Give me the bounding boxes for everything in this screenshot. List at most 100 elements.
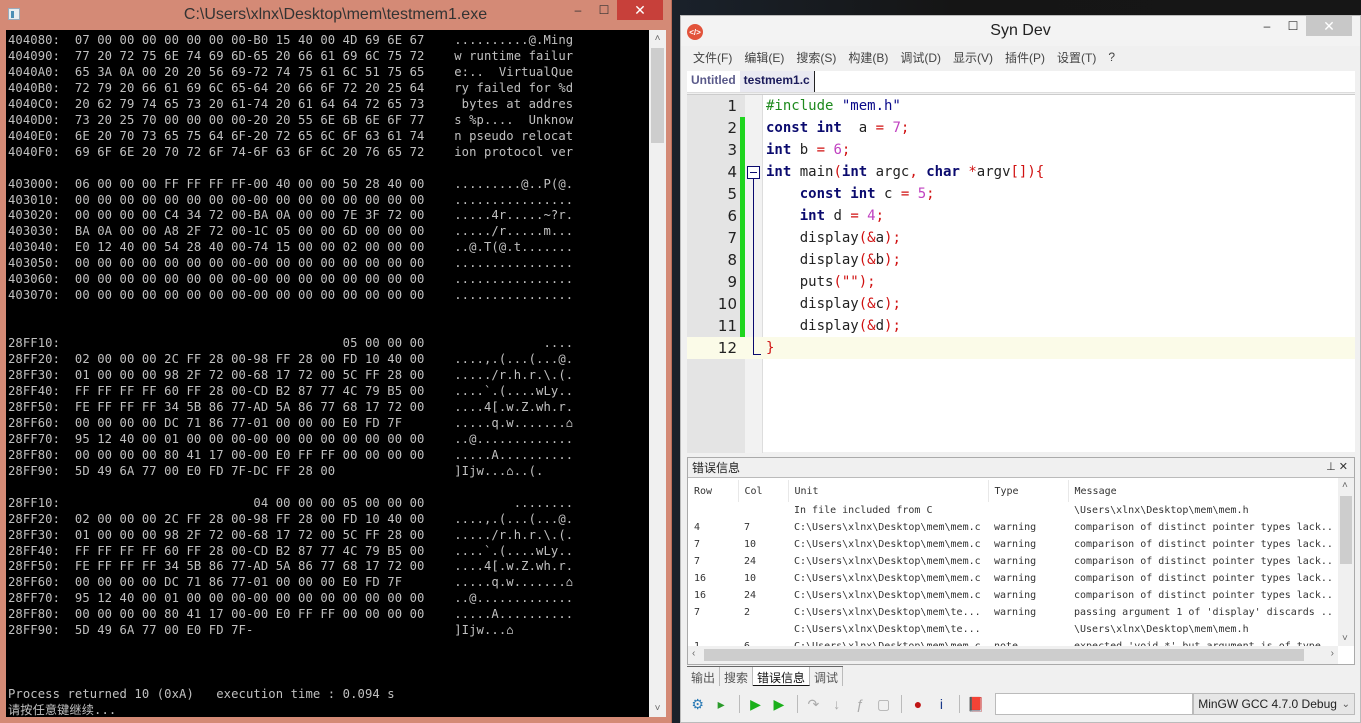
- menu-item[interactable]: 调试(D): [900, 49, 941, 66]
- toolbar-search-input[interactable]: [994, 693, 1194, 715]
- console-titlebar[interactable]: C:\Users\xlnx\Desktop\mem\testmem1.exe –…: [0, 0, 671, 30]
- toolbar-separator: [796, 695, 798, 713]
- table-row[interactable]: In file included from C \Users\xlnx\Deskt…: [688, 502, 1348, 519]
- minimize-button[interactable]: –: [1254, 16, 1280, 36]
- step-over-icon[interactable]: ↷: [803, 693, 824, 715]
- code-text: display(&b);: [766, 252, 901, 268]
- scroll-thumb[interactable]: [1340, 496, 1352, 564]
- code-line[interactable]: 2 const int a = 7;: [687, 117, 1355, 139]
- tab-untitled[interactable]: Untitled: [687, 71, 740, 92]
- pin-icon[interactable]: ⊥: [1326, 461, 1336, 473]
- run-selection-icon[interactable]: ▸: [710, 693, 731, 715]
- code-line[interactable]: 6 int d = 4;: [687, 205, 1355, 227]
- code-editor[interactable]: 1 #include "mem.h" 2 const int a = 7; 3 int b…: [687, 94, 1355, 453]
- tab-testmem1-c[interactable]: testmem1.c: [739, 71, 815, 92]
- step-into-icon[interactable]: ↓: [826, 693, 847, 715]
- menu-item[interactable]: 显示(V): [953, 49, 993, 66]
- column-header-row[interactable]: Row: [688, 480, 739, 502]
- scroll-left-arrow-icon[interactable]: ‹: [692, 648, 695, 659]
- ide-window[interactable]: </> Syn Dev – ☐ ✕ 文件(F) 编辑(E) 搜索(S) 构建(B) 调试…: [680, 15, 1361, 723]
- column-header-type[interactable]: Type: [988, 480, 1069, 502]
- code-line[interactable]: 12}: [687, 337, 1355, 359]
- step-function-icon[interactable]: ƒ: [849, 693, 870, 715]
- table-row[interactable]: 7 24 C:\Users\xlnx\Desktop\mem\mem.c warnin…: [688, 553, 1348, 570]
- table-row[interactable]: 16 24 C:\Users\xlnx\Desktop\mem\mem.c warni…: [688, 587, 1348, 604]
- code-line[interactable]: 8 display(&b);: [687, 249, 1355, 271]
- column-header-message[interactable]: Message: [1068, 480, 1349, 502]
- scroll-thumb[interactable]: [651, 48, 664, 143]
- error-vertical-scrollbar[interactable]: ˄ ˅: [1338, 478, 1354, 646]
- code-line[interactable]: 10 display(&c);: [687, 293, 1355, 315]
- help-book-icon[interactable]: 📕: [965, 693, 986, 715]
- menu-item[interactable]: 设置(T): [1057, 49, 1096, 66]
- cell-unit: C:\Users\xlnx\Desktop\mem\mem.c: [794, 573, 981, 584]
- watch-window-icon[interactable]: ▢: [873, 693, 894, 715]
- code-line[interactable]: 1 #include "mem.h": [687, 95, 1355, 117]
- compiler-select[interactable]: MinGW GCC 4.7.0 Debug ⌄: [1193, 693, 1355, 715]
- scroll-right-arrow-icon[interactable]: ›: [1331, 648, 1334, 659]
- bottom-tab[interactable]: 输出: [687, 667, 721, 686]
- cell-row: 7: [694, 539, 701, 550]
- table-row[interactable]: C:\Users\xlnx\Desktop\mem\te... \Users\xl…: [688, 621, 1348, 638]
- menu-item[interactable]: 搜索(S): [796, 49, 836, 66]
- menu-item[interactable]: 文件(F): [693, 49, 732, 66]
- scroll-up-arrow-icon[interactable]: ˄: [1342, 480, 1348, 491]
- line-number: 7: [727, 229, 737, 247]
- ide-titlebar[interactable]: </> Syn Dev – ☐ ✕: [681, 16, 1360, 46]
- cell-row: [688, 621, 738, 638]
- console-output-area[interactable]: 404080: 07 00 00 00 00 00 00 00-B0 15 40…: [6, 30, 666, 717]
- code-line[interactable]: 3 int b = 6;: [687, 139, 1355, 161]
- scroll-down-arrow-icon[interactable]: ˅: [1342, 633, 1348, 644]
- bottom-panel-tabs: 输出 搜索 错误信息 调试: [687, 666, 844, 686]
- table-row[interactable]: 7 10 C:\Users\xlnx\Desktop\mem\mem.c warnin…: [688, 536, 1348, 553]
- cell-type: warning: [994, 607, 1037, 618]
- code-line[interactable]: 11 display(&d);: [687, 315, 1355, 337]
- code-text: int d = 4;: [799, 208, 885, 224]
- debug-run-icon[interactable]: ▶: [768, 693, 789, 715]
- menu-item[interactable]: 插件(P): [1005, 49, 1045, 66]
- minimize-button[interactable]: –: [565, 0, 591, 20]
- chevron-down-icon[interactable]: ⌄: [1342, 699, 1350, 710]
- panel-close-icon[interactable]: ✕: [1339, 461, 1348, 473]
- scroll-down-arrow-icon[interactable]: ˅: [649, 700, 666, 717]
- code-text: display(&d);: [766, 318, 901, 334]
- cell-type: warning: [994, 539, 1037, 550]
- console-scrollbar[interactable]: ˄ ˅: [649, 30, 666, 717]
- scroll-up-arrow-icon[interactable]: ˄: [649, 30, 666, 47]
- menu-item[interactable]: 构建(B): [848, 49, 888, 66]
- table-row[interactable]: 7 2 C:\Users\xlnx\Desktop\mem\te... warning…: [688, 604, 1348, 621]
- bottom-tab[interactable]: 调试: [810, 667, 844, 686]
- bottom-tab[interactable]: 搜索: [720, 667, 754, 686]
- console-window[interactable]: C:\Users\xlnx\Desktop\mem\testmem1.exe –…: [0, 0, 672, 723]
- maximize-button[interactable]: ☐: [1280, 16, 1306, 36]
- cell-message: \Users\xlnx\Desktop\mem\mem.h: [1074, 624, 1249, 635]
- ide-title: Syn Dev: [990, 22, 1051, 39]
- bottom-tab[interactable]: 错误信息: [753, 667, 811, 686]
- code-line[interactable]: 9 puts("");: [687, 271, 1355, 293]
- code-line[interactable]: 5 const int c = 5;: [687, 183, 1355, 205]
- compile-icon[interactable]: ⚙: [687, 693, 708, 715]
- close-button[interactable]: ✕: [617, 0, 663, 20]
- column-header-unit[interactable]: Unit: [788, 480, 989, 502]
- scroll-thumb[interactable]: [704, 649, 1304, 661]
- code-line[interactable]: 4 int main(int argc, char *argv[]){: [687, 161, 1355, 183]
- menu-item[interactable]: ?: [1108, 50, 1115, 64]
- column-header-col[interactable]: Col: [738, 480, 789, 502]
- info-icon[interactable]: i: [931, 693, 952, 715]
- run-icon[interactable]: ▶: [745, 693, 766, 715]
- fold-collapse-icon[interactable]: [747, 166, 760, 179]
- cell-unit: In file included from C: [794, 505, 933, 516]
- table-row[interactable]: 4 7 C:\Users\xlnx\Desktop\mem\mem.c warning…: [688, 519, 1348, 536]
- menu-item[interactable]: 编辑(E): [744, 49, 784, 66]
- breakpoint-icon[interactable]: ●: [907, 693, 928, 715]
- cell-unit: C:\Users\xlnx\Desktop\mem\te...: [794, 624, 981, 635]
- code-text: int main(int argc, char *argv[]){: [766, 164, 1045, 180]
- fold-line: [753, 179, 754, 355]
- table-row[interactable]: 16 10 C:\Users\xlnx\Desktop\mem\mem.c warni…: [688, 570, 1348, 587]
- code-line[interactable]: 7 display(&a);: [687, 227, 1355, 249]
- maximize-button[interactable]: ☐: [591, 0, 617, 20]
- error-horizontal-scrollbar[interactable]: ‹ ›: [688, 646, 1338, 664]
- code-text: }: [766, 340, 775, 356]
- close-button[interactable]: ✕: [1306, 16, 1352, 36]
- cell-col: [738, 621, 788, 638]
